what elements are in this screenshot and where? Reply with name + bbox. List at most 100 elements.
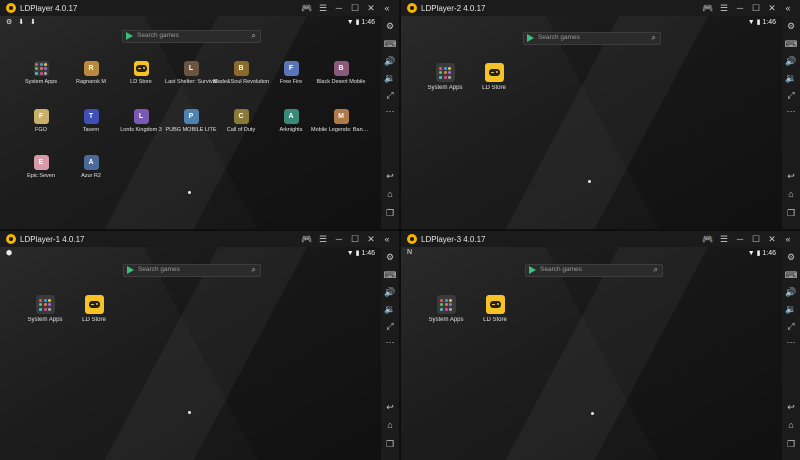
menu-icon[interactable]: ☰	[315, 231, 331, 247]
more-icon[interactable]: ⋯	[782, 105, 800, 117]
maximize-icon[interactable]: ☐	[347, 0, 363, 16]
system-apps-icon	[33, 61, 49, 76]
collapse-sidebar-icon[interactable]: «	[780, 231, 796, 247]
gamepad-icon[interactable]: 🎮	[700, 231, 716, 247]
back-icon[interactable]: ↩	[782, 401, 800, 413]
volume-up-icon[interactable]: 🔊	[782, 55, 800, 67]
menu-icon[interactable]: ☰	[315, 0, 331, 16]
status-notifications: ⚙ ⬇ ⬇	[6, 19, 38, 26]
status-clock: ▼ ▮ 1:46	[747, 250, 776, 257]
status-notifications: N	[407, 249, 415, 256]
search-bar[interactable]: Search games ⌕	[523, 32, 661, 45]
collapse-sidebar-icon[interactable]: «	[379, 0, 395, 16]
gamepad-icon[interactable]: 🎮	[299, 231, 315, 247]
settings-icon[interactable]: ⚙	[782, 20, 800, 32]
app-azur-r2[interactable]: A Azur R2	[61, 155, 121, 179]
recent-apps-icon[interactable]: ❐	[782, 207, 800, 219]
volume-up-icon[interactable]: 🔊	[381, 286, 399, 298]
app-ld-store[interactable]: LD Store	[64, 295, 124, 323]
game-icon: A	[283, 109, 299, 124]
volume-down-icon[interactable]: 🔉	[782, 303, 800, 315]
right-toolbar: ⚙ ⌨ 🔊 🔉 ⤢ ⋯ ↩ ⌂ ❐	[782, 16, 800, 229]
menu-icon[interactable]: ☰	[716, 231, 732, 247]
close-icon[interactable]: ✕	[363, 231, 379, 247]
title-bar[interactable]: LDPlayer 4.0.17 🎮 ☰ ─ ☐ ✕ «	[0, 0, 399, 16]
window-title: LDPlayer-3 4.0.17	[421, 234, 486, 244]
home-icon[interactable]: ⌂	[782, 419, 800, 431]
more-icon[interactable]: ⋯	[381, 336, 399, 348]
volume-down-icon[interactable]: 🔉	[381, 72, 399, 84]
game-icon: L	[183, 61, 199, 76]
status-notifications: ⬢	[6, 250, 15, 257]
gamepad-icon[interactable]: 🎮	[700, 0, 716, 16]
minimize-icon[interactable]: ─	[331, 0, 347, 16]
app-mobile-legends[interactable]: M Mobile Legends: Bang Bang	[311, 109, 371, 133]
game-icon: B	[233, 61, 249, 76]
volume-up-icon[interactable]: 🔊	[782, 286, 800, 298]
settings-icon[interactable]: ⚙	[782, 251, 800, 263]
title-bar[interactable]: LDPlayer-3 4.0.17 🎮 ☰ ─ ☐ ✕ «	[401, 231, 800, 247]
ldplayer-logo-icon	[6, 3, 16, 13]
recent-apps-icon[interactable]: ❐	[381, 207, 399, 219]
fullscreen-icon[interactable]: ⤢	[782, 320, 800, 332]
recent-apps-icon[interactable]: ❐	[782, 438, 800, 450]
fullscreen-icon[interactable]: ⤢	[782, 89, 800, 101]
keyboard-icon[interactable]: ⌨	[782, 269, 800, 281]
keyboard-icon[interactable]: ⌨	[381, 269, 399, 281]
game-icon: F	[283, 61, 299, 76]
maximize-icon[interactable]: ☐	[748, 0, 764, 16]
ldplayer-logo-icon	[407, 3, 417, 13]
close-icon[interactable]: ✕	[363, 0, 379, 16]
status-bar: N ▼ ▮ 1:46	[401, 247, 782, 259]
volume-down-icon[interactable]: 🔉	[381, 303, 399, 315]
ldplayer-window-2: LDPlayer-2 4.0.17 🎮 ☰ ─ ☐ ✕ « ▼ ▮ 1:46 S…	[401, 0, 800, 229]
android-screen[interactable]: ▼ ▮ 1:46 Search games ⌕ System Apps LD S…	[401, 16, 782, 229]
volume-down-icon[interactable]: 🔉	[782, 72, 800, 84]
settings-icon[interactable]: ⚙	[381, 20, 399, 32]
minimize-icon[interactable]: ─	[732, 231, 748, 247]
back-icon[interactable]: ↩	[782, 170, 800, 182]
close-icon[interactable]: ✕	[764, 231, 780, 247]
ld-store-icon	[133, 61, 149, 76]
title-controls: 🎮 ☰ ─ ☐ ✕ «	[700, 231, 796, 247]
home-icon[interactable]: ⌂	[381, 188, 399, 200]
search-bar[interactable]: Search games ⌕	[122, 30, 261, 43]
page-indicator-dot	[188, 411, 191, 414]
title-bar[interactable]: LDPlayer-2 4.0.17 🎮 ☰ ─ ☐ ✕ «	[401, 0, 800, 16]
app-ld-store[interactable]: LD Store	[464, 63, 524, 91]
page-indicator-dot	[188, 191, 191, 194]
keyboard-icon[interactable]: ⌨	[782, 38, 800, 50]
app-black-desert[interactable]: B Black Desert Mobile	[311, 61, 371, 85]
maximize-icon[interactable]: ☐	[347, 231, 363, 247]
android-screen[interactable]: ⬢ ▼ ▮ 1:46 Search games ⌕ System Apps LD…	[0, 247, 381, 460]
android-screen[interactable]: N ▼ ▮ 1:46 Search games ⌕ System Apps LD…	[401, 247, 782, 460]
gamepad-icon[interactable]: 🎮	[299, 0, 315, 16]
fullscreen-icon[interactable]: ⤢	[381, 89, 399, 101]
home-icon[interactable]: ⌂	[381, 419, 399, 431]
minimize-icon[interactable]: ─	[732, 0, 748, 16]
back-icon[interactable]: ↩	[381, 401, 399, 413]
window-title: LDPlayer-1 4.0.17	[20, 234, 85, 244]
more-icon[interactable]: ⋯	[381, 105, 399, 117]
search-bar[interactable]: Search games ⌕	[123, 264, 261, 277]
volume-up-icon[interactable]: 🔊	[381, 55, 399, 67]
collapse-sidebar-icon[interactable]: «	[379, 231, 395, 247]
back-icon[interactable]: ↩	[381, 170, 399, 182]
minimize-icon[interactable]: ─	[331, 231, 347, 247]
home-icon[interactable]: ⌂	[782, 188, 800, 200]
keyboard-icon[interactable]: ⌨	[381, 38, 399, 50]
more-icon[interactable]: ⋯	[782, 336, 800, 348]
right-toolbar: ⚙ ⌨ 🔊 🔉 ⤢ ⋯ ↩ ⌂ ❐	[381, 16, 399, 229]
fullscreen-icon[interactable]: ⤢	[381, 320, 399, 332]
recent-apps-icon[interactable]: ❐	[381, 438, 399, 450]
collapse-sidebar-icon[interactable]: «	[780, 0, 796, 16]
menu-icon[interactable]: ☰	[716, 0, 732, 16]
search-icon: ⌕	[651, 33, 656, 42]
app-ld-store[interactable]: LD Store	[465, 295, 525, 323]
close-icon[interactable]: ✕	[764, 0, 780, 16]
title-bar[interactable]: LDPlayer-1 4.0.17 🎮 ☰ ─ ☐ ✕ «	[0, 231, 399, 247]
maximize-icon[interactable]: ☐	[748, 231, 764, 247]
android-screen[interactable]: ⚙ ⬇ ⬇ ▼ ▮ 1:46 Search games ⌕ System App…	[0, 16, 381, 229]
search-bar[interactable]: Search games ⌕	[525, 264, 663, 277]
settings-icon[interactable]: ⚙	[381, 251, 399, 263]
